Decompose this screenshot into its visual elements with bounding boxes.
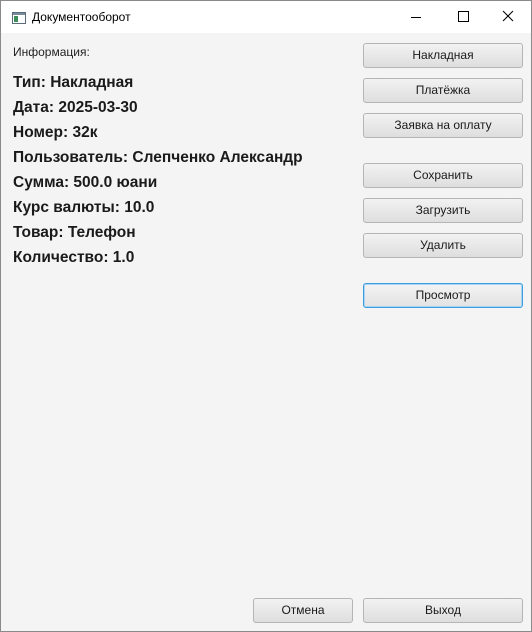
payment-button[interactable]: Платёжка xyxy=(363,78,523,103)
app-window-icon xyxy=(12,11,26,24)
info-quantity: Количество: 1.0 xyxy=(13,249,135,266)
info-label: Информация: xyxy=(13,45,90,59)
window-title: Документооборот xyxy=(32,10,131,24)
info-exchange-rate: Курс валюты: 10.0 xyxy=(13,199,155,216)
maximize-icon xyxy=(458,11,469,22)
save-button[interactable]: Сохранить xyxy=(363,163,523,188)
minimize-icon xyxy=(411,17,421,18)
app-window: Документооборот Информация: Тип: Накладн… xyxy=(0,0,532,632)
close-button[interactable] xyxy=(485,1,531,33)
view-button[interactable]: Просмотр xyxy=(363,283,523,308)
close-icon xyxy=(502,10,514,22)
info-amount: Сумма: 500.0 юани xyxy=(13,174,158,191)
exit-button[interactable]: Выход xyxy=(363,598,523,623)
invoice-button[interactable]: Накладная xyxy=(363,43,523,68)
cancel-button[interactable]: Отмена xyxy=(253,598,353,623)
maximize-button[interactable] xyxy=(439,1,485,33)
load-button[interactable]: Загрузить xyxy=(363,198,523,223)
info-date: Дата: 2025-03-30 xyxy=(13,99,138,116)
minimize-button[interactable] xyxy=(393,1,439,33)
payment-request-button[interactable]: Заявка на оплату xyxy=(363,113,523,138)
info-number: Номер: 32к xyxy=(13,124,98,141)
info-type: Тип: Накладная xyxy=(13,74,134,91)
delete-button[interactable]: Удалить xyxy=(363,233,523,258)
info-product: Товар: Телефон xyxy=(13,224,136,241)
info-user: Пользователь: Слепченко Александр xyxy=(13,149,303,166)
title-bar[interactable]: Документооборот xyxy=(1,1,531,33)
